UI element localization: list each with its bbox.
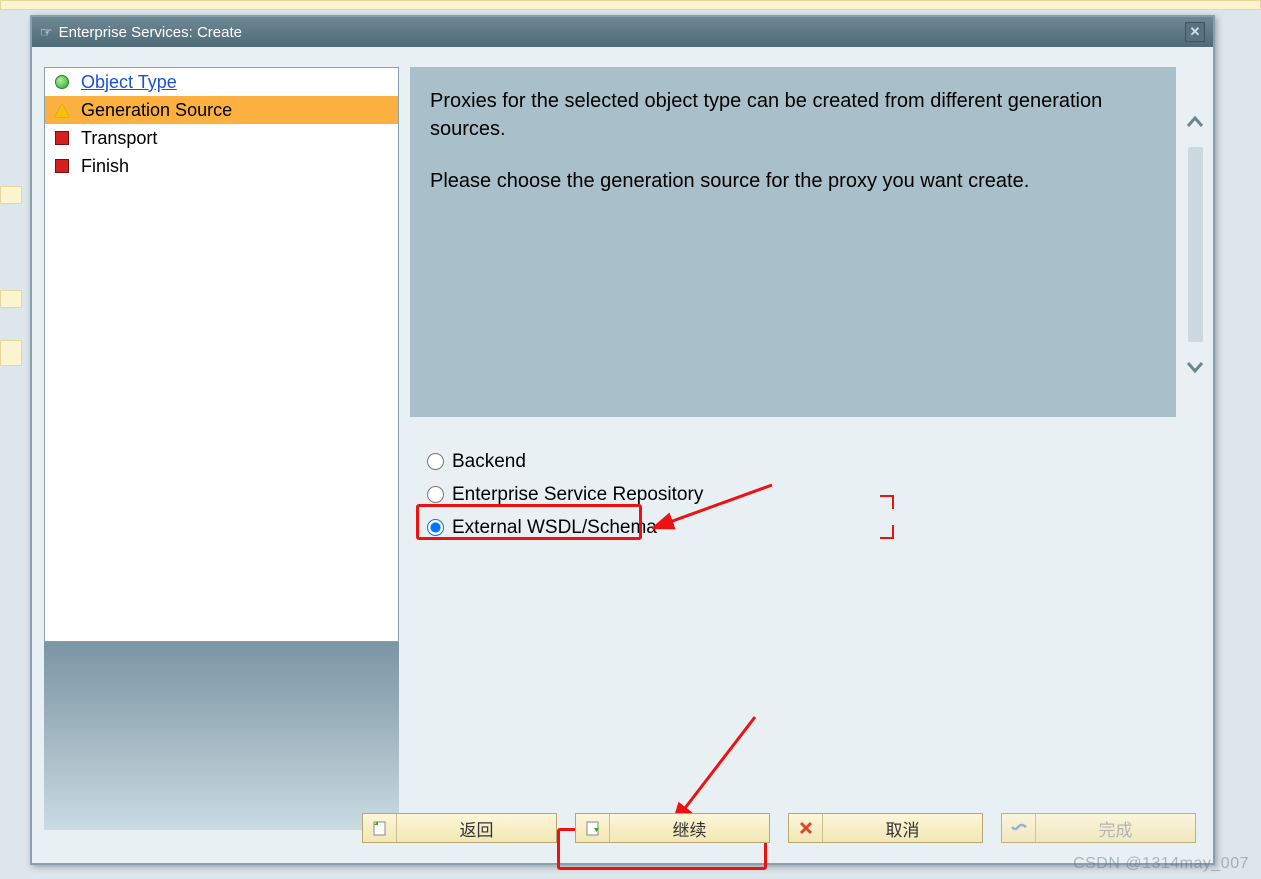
cancel-icon [789,814,823,842]
step-label: Object Type [81,72,177,93]
button-label: 继续 [610,816,769,841]
complete-button: 完成 [1001,813,1196,843]
button-label: 返回 [397,816,556,841]
dialog-title: Enterprise Services: Create [59,24,1185,41]
annotation-highlight-radio [416,504,642,540]
radio-backend[interactable]: Backend [427,445,703,478]
window-icon: ☞ [40,24,53,41]
annotation-arrow-icon [652,477,782,537]
step-label: Transport [81,128,157,149]
continue-button[interactable]: 继续 [575,813,770,843]
annotation-marker [880,525,894,539]
dialog-body: Object Type Generation Source Transport … [32,47,1213,863]
wizard-description-panel: Proxies for the selected object type can… [410,67,1176,417]
dialog-titlebar: ☞ Enterprise Services: Create ✕ [32,17,1213,47]
wizard-step-object-type[interactable]: Object Type [45,68,398,96]
dialog-enterprise-services-create: ☞ Enterprise Services: Create ✕ Object T… [30,15,1215,865]
description-paragraph-1: Proxies for the selected object type can… [430,87,1156,143]
close-button[interactable]: ✕ [1185,22,1205,42]
sidebar-decoration [44,642,399,830]
step-label: Finish [81,156,129,177]
status-icon-pending [55,130,81,146]
wizard-button-bar: 返回 继续 取消 完成 [362,813,1196,843]
wizard-step-generation-source[interactable]: Generation Source [45,96,398,124]
cancel-button[interactable]: 取消 [788,813,983,843]
wizard-step-transport[interactable]: Transport [45,124,398,152]
continue-icon [576,814,610,842]
step-label: Generation Source [81,100,232,121]
button-label: 完成 [1036,816,1195,841]
status-icon-done [55,74,81,90]
annotation-marker [880,495,894,509]
button-label: 取消 [823,816,982,841]
complete-icon [1002,814,1036,842]
radio-input-esr[interactable] [427,486,444,503]
wizard-sidebar: Object Type Generation Source Transport … [44,67,399,642]
watermark: CSDN @1314may_007 [1073,855,1249,873]
radio-input-backend[interactable] [427,453,444,470]
radio-label: Backend [452,451,526,473]
back-button[interactable]: 返回 [362,813,557,843]
back-icon [363,814,397,842]
scroll-down-button[interactable] [1183,347,1207,387]
status-icon-current [55,102,81,118]
status-icon-pending [55,158,81,174]
wizard-step-finish[interactable]: Finish [45,152,398,180]
scrollbar-track[interactable] [1188,147,1203,342]
scroll-up-button[interactable] [1183,102,1207,142]
description-paragraph-2: Please choose the generation source for … [430,167,1156,195]
annotation-arrow-icon [670,712,770,822]
